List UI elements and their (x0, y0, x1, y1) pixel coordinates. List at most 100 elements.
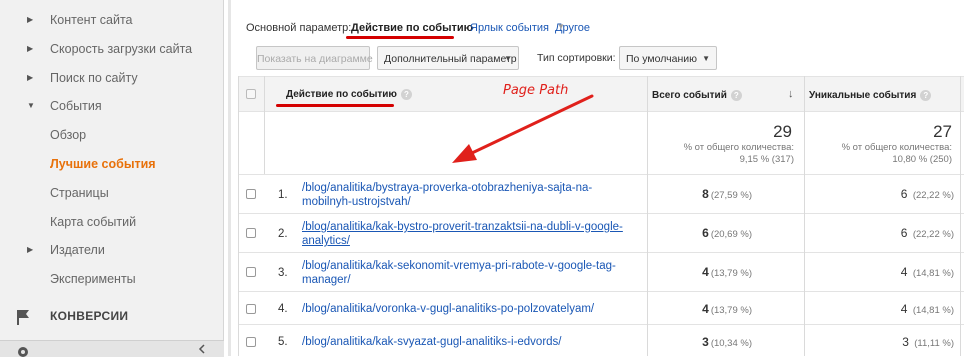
sort-type-label: Тип сортировки: (537, 52, 616, 64)
sidebar-item-label: КОНВЕРСИИ (50, 309, 129, 323)
unique-events-sum: 27 (933, 122, 952, 141)
row-unique-events: 6 (22,22 %) (901, 187, 954, 201)
percent: (20,69 %) (710, 229, 752, 240)
row-index: 1. (278, 189, 288, 201)
sidebar-item-conversions[interactable]: КОНВЕРСИИ (0, 303, 224, 329)
value: 4 (900, 265, 908, 279)
row-page-path-link[interactable]: /blog/analitika/bystraya-proverka-otobra… (302, 181, 642, 209)
expand-arrow-icon: ▶ (27, 44, 34, 53)
row-index: 4. (278, 303, 288, 315)
value: 3 (702, 335, 709, 349)
value: 6 (900, 187, 908, 201)
collapse-arrow-icon: ▼ (27, 101, 35, 110)
sidebar-item-label: Обзор (50, 128, 87, 142)
total-events-sum: 29 (773, 122, 792, 141)
sidebar-item-label: Контент сайта (50, 13, 133, 27)
row-unique-events: 4 (14,81 %) (901, 265, 954, 279)
expand-arrow-icon: ▶ (27, 15, 34, 24)
unique-events-pct-label: % от общего количества: (841, 142, 952, 153)
table-row: 3. /blog/analitika/kak-sekonomit-vremya-… (238, 253, 964, 291)
grid-line (238, 213, 964, 214)
admin-bar (0, 340, 224, 357)
highlight-underline (276, 104, 394, 107)
unique-events-pct: 10,80 % (250) (892, 154, 952, 165)
row-page-path-link[interactable]: /blog/analitika/kak-sekonomit-vremya-pri… (302, 259, 642, 287)
select-all-checkbox[interactable] (246, 89, 256, 99)
row-page-path-link[interactable]: /blog/analitika/voronka-v-gugl-analitiks… (302, 302, 662, 316)
secondary-dimension-label: Дополнительный параметр (384, 53, 517, 65)
row-unique-events: 3 (11,11 %) (902, 335, 954, 349)
help-icon[interactable]: ? (730, 90, 742, 101)
secondary-dimension-dropdown[interactable]: Дополнительный параметр ▼ (377, 46, 519, 70)
percent: (27,59 %) (710, 190, 752, 201)
primary-dimension-prefix: Основной параметр: (246, 22, 352, 34)
column-header-action[interactable]: Действие по событию? (286, 89, 412, 100)
row-checkbox[interactable] (246, 304, 256, 314)
caret-down-icon: ▼ (504, 54, 512, 63)
gear-icon[interactable] (16, 345, 30, 359)
total-events-pct-label: % от общего количества: (683, 142, 794, 153)
row-total-events: 8 (27,59 %) (702, 187, 752, 201)
row-total-events: 4 (13,79 %) (702, 302, 752, 316)
row-checkbox[interactable] (246, 189, 256, 199)
annotation-label: Page Path (503, 83, 569, 98)
table-row: 2. /blog/analitika/kak-bystro-proverit-t… (238, 214, 964, 252)
grid-line (238, 111, 964, 112)
sidebar-item-events-flow[interactable]: Карта событий (0, 210, 224, 234)
sidebar-item-events[interactable]: ▼ События (0, 94, 224, 118)
table-row: 5. /blog/analitika/kak-svyazat-gugl-anal… (238, 325, 964, 356)
primary-dimension-option-event-label[interactable]: Ярлык события (470, 22, 549, 34)
sidebar-item-label: Скорость загрузки сайта (50, 42, 193, 56)
sort-type-value: По умолчанию (626, 53, 698, 65)
sidebar-item-label: Издатели (50, 243, 105, 257)
collapse-sidebar-icon[interactable] (197, 344, 207, 354)
column-header-unique-events[interactable]: Уникальные события? (809, 90, 932, 101)
sidebar-item-top-events[interactable]: Лучшие события (0, 152, 224, 176)
percent: (13,79 %) (710, 305, 752, 316)
plot-rows-button[interactable]: Показать на диаграмме (256, 46, 373, 70)
sidebar-item-content[interactable]: ▶ Контент сайта (0, 8, 224, 32)
row-checkbox[interactable] (246, 267, 256, 277)
caret-down-icon: ▼ (557, 22, 565, 31)
total-events-pct: 9,15 % (317) (739, 154, 794, 165)
sort-descending-icon[interactable]: ↓ (788, 88, 794, 100)
grid-line (238, 291, 964, 292)
sidebar-item-label: Карта событий (50, 215, 137, 229)
column-header-label: Действие по событию (286, 89, 397, 101)
row-page-path-link[interactable]: /blog/analitika/kak-svyazat-gugl-analiti… (302, 335, 662, 349)
grid-line (238, 76, 964, 77)
table-row: 1. /blog/analitika/bystraya-proverka-oto… (238, 175, 964, 213)
column-header-label: Всего событий (652, 90, 727, 102)
sidebar-item-overview[interactable]: Обзор (0, 123, 224, 147)
grid-line (804, 76, 805, 356)
value: 8 (702, 187, 709, 201)
help-icon[interactable]: ? (920, 90, 932, 101)
sidebar-item-experiments[interactable]: Эксперименты (0, 267, 224, 291)
sidebar-item-label: Эксперименты (50, 272, 136, 286)
sidebar-item-site-search[interactable]: ▶ Поиск по сайту (0, 66, 224, 90)
percent: (10,34 %) (710, 338, 752, 349)
row-unique-events: 4 (14,81 %) (901, 302, 954, 316)
value: 4 (702, 302, 709, 316)
sidebar-item-pages[interactable]: Страницы (0, 181, 224, 205)
totals-row: 29 % от общего количества: 9,15 % (317) … (238, 112, 964, 174)
sidebar-item-publisher[interactable]: ▶ Издатели (0, 238, 224, 262)
value: 4 (702, 265, 709, 279)
row-total-events: 4 (13,79 %) (702, 265, 752, 279)
highlight-underline (346, 36, 454, 39)
help-icon[interactable]: ? (400, 89, 412, 100)
row-index: 2. (278, 228, 288, 240)
grid-line (960, 76, 961, 356)
sidebar-item-site-speed[interactable]: ▶ Скорость загрузки сайта (0, 37, 224, 61)
sort-type-dropdown[interactable]: По умолчанию ▼ (619, 46, 717, 70)
caret-down-icon: ▼ (702, 54, 710, 63)
row-page-path-link[interactable]: /blog/analitika/kak-bystro-proverit-tran… (302, 220, 642, 248)
row-index: 3. (278, 267, 288, 279)
report-table: Действие по событию? Всего событий? ↓ Ун… (238, 76, 964, 356)
column-header-total-events[interactable]: Всего событий? (652, 90, 742, 101)
row-unique-events: 6 (22,22 %) (901, 226, 954, 240)
percent: (13,79 %) (710, 268, 752, 279)
row-checkbox[interactable] (246, 337, 256, 347)
percent: (22,22 %) (912, 190, 954, 201)
row-checkbox[interactable] (246, 228, 256, 238)
